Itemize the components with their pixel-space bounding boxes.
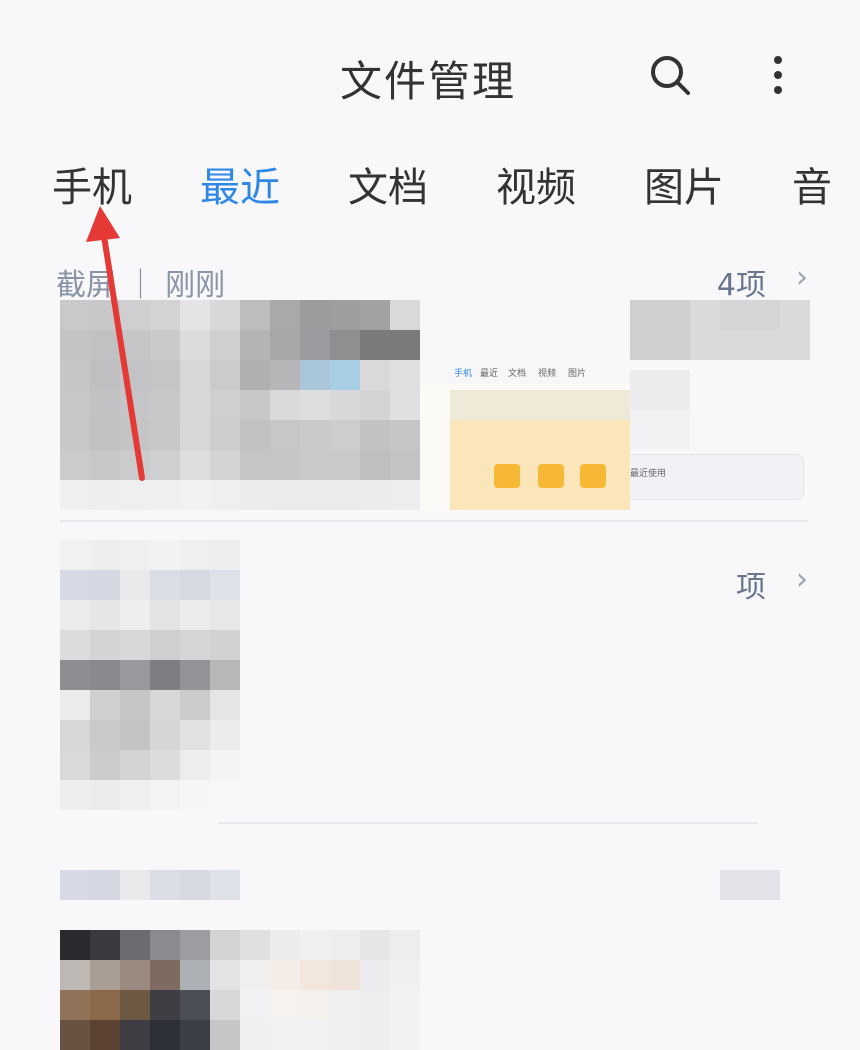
annotation-arrow-icon — [86, 206, 145, 481]
